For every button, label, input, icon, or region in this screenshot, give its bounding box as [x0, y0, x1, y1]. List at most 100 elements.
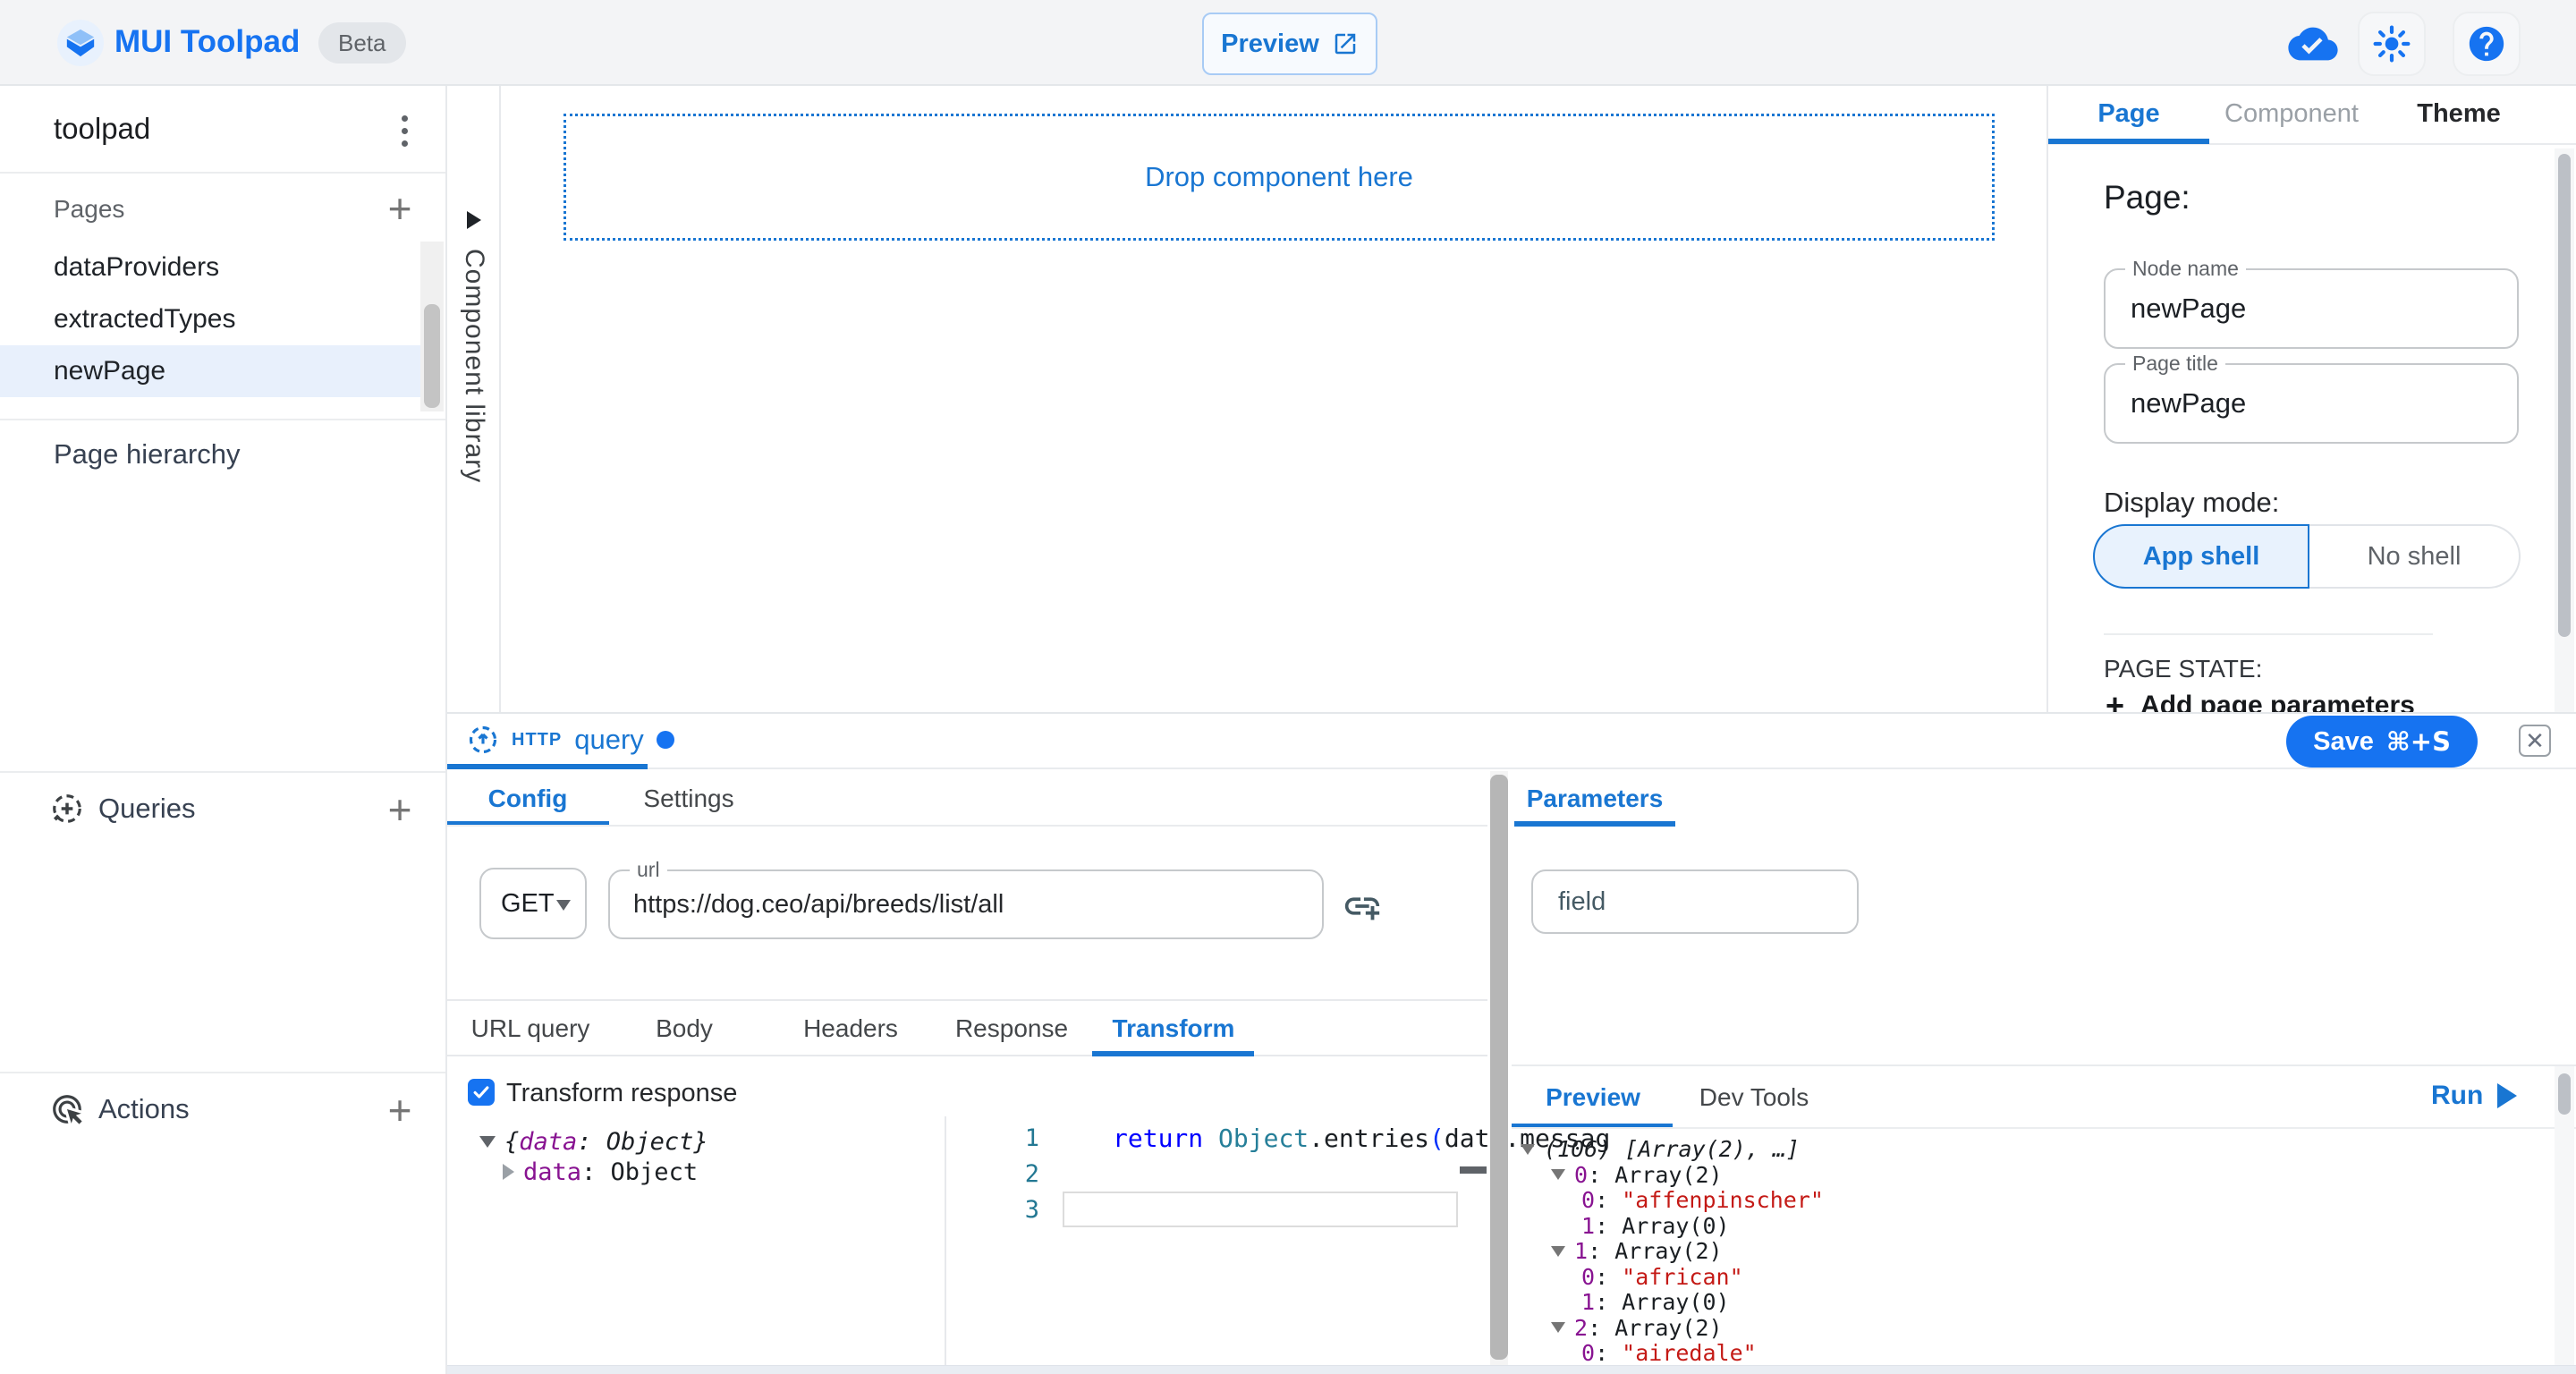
- tab-preview[interactable]: Preview: [1546, 1068, 1640, 1127]
- tab-page[interactable]: Page: [2097, 86, 2159, 141]
- pages-scrollbar-thumb[interactable]: [424, 304, 440, 408]
- page-title-field[interactable]: Page title newPage: [2104, 363, 2519, 444]
- json-tree-row: 1: Array(0): [1581, 1213, 1730, 1239]
- theme-toggle-button[interactable]: [2358, 12, 2426, 76]
- expander-down-icon[interactable]: [1521, 1144, 1535, 1155]
- parameter-field-input[interactable]: field: [1531, 869, 1859, 934]
- project-menu-button[interactable]: [385, 107, 424, 154]
- method-select[interactable]: GET: [479, 868, 587, 939]
- transform-response-checkbox[interactable]: [468, 1079, 495, 1106]
- parameter-field-value: field: [1558, 871, 1606, 932]
- light-mode-icon: [2373, 25, 2411, 63]
- inspector-scrollbar[interactable]: [2555, 148, 2574, 712]
- project-name: toolpad: [54, 102, 150, 156]
- node-name-field[interactable]: Node name newPage: [2104, 268, 2519, 349]
- http-query-icon: [467, 724, 499, 756]
- save-button-label: Save: [2313, 727, 2374, 757]
- pages-label: Pages: [54, 195, 124, 224]
- page-hierarchy-item[interactable]: Page hierarchy: [54, 429, 241, 479]
- sidebar-page-item[interactable]: extractedTypes: [0, 293, 420, 345]
- preview-scrollbar[interactable]: [2555, 1066, 2574, 1365]
- actions-label: Actions: [98, 1093, 190, 1125]
- add-page-button[interactable]: +: [379, 188, 420, 229]
- divider: [0, 1072, 445, 1073]
- check-icon: [471, 1082, 491, 1102]
- external-link-icon: [1332, 30, 1359, 57]
- page-title-value: newPage: [2131, 365, 2246, 442]
- tab-dev-tools[interactable]: Dev Tools: [1699, 1068, 1809, 1127]
- display-mode-no-shell[interactable]: No shell: [2309, 524, 2521, 589]
- query-tab[interactable]: HTTP query: [467, 714, 674, 766]
- transform-code-editor[interactable]: 1return Object.entries(data.messag23: [945, 1116, 1487, 1374]
- tab-theme[interactable]: Theme: [2417, 86, 2500, 141]
- app-header: MUI Toolpad Beta Preview: [0, 0, 2576, 86]
- dropdown-caret-icon: [556, 900, 571, 911]
- url-value: https://dog.ceo/api/breeds/list/all: [633, 871, 1004, 937]
- query-tab-underline: [447, 764, 648, 769]
- tab-url-query[interactable]: URL query: [471, 1001, 590, 1056]
- tab-response[interactable]: Response: [955, 1001, 1068, 1056]
- run-button[interactable]: Run: [2431, 1068, 2517, 1124]
- queries-label: Queries: [98, 793, 196, 825]
- tab-parameters[interactable]: Parameters: [1527, 771, 1664, 827]
- beta-badge: Beta: [318, 22, 406, 64]
- url-field[interactable]: url https://dog.ceo/api/breeds/list/all: [608, 869, 1324, 939]
- line-number: 3: [946, 1196, 1039, 1224]
- tree-row: data: Object: [503, 1158, 698, 1186]
- horizontal-scrollbar-strip[interactable]: [447, 1365, 2576, 1374]
- expander-down-icon[interactable]: [1551, 1169, 1565, 1180]
- pages-scrollbar[interactable]: [420, 242, 444, 411]
- expander-down-icon[interactable]: [1551, 1246, 1565, 1257]
- divider: [447, 825, 1487, 827]
- add-link-icon[interactable]: [1342, 886, 1383, 927]
- json-tree-row: 0: "affenpinscher": [1581, 1187, 1824, 1213]
- line-number: 1: [946, 1124, 1039, 1152]
- save-button[interactable]: Save ⌘+S: [2286, 716, 2478, 768]
- pages-section-header: Pages: [54, 186, 124, 233]
- expander-down-icon[interactable]: [1551, 1322, 1565, 1333]
- expander-right-icon[interactable]: [503, 1164, 514, 1180]
- tab-transform[interactable]: Transform: [1113, 1001, 1235, 1056]
- json-tree-row: 0: "african": [1581, 1264, 1743, 1290]
- queries-icon: [50, 792, 84, 826]
- actions-icon: [50, 1092, 84, 1126]
- add-page-parameters-button[interactable]: + Add page parameters: [2106, 687, 2415, 712]
- close-panel-button[interactable]: ✕: [2519, 725, 2551, 757]
- expander-down-icon[interactable]: [479, 1136, 496, 1148]
- add-action-button[interactable]: +: [379, 1090, 420, 1131]
- component-library-rail[interactable]: Component library: [447, 86, 501, 712]
- toolpad-app-window: MUI Toolpad Beta Preview: [0, 0, 2576, 1374]
- cloud-done-icon[interactable]: [2288, 23, 2338, 64]
- drop-zone[interactable]: Drop component here: [564, 114, 1995, 241]
- tree-row: {data: Object}: [479, 1127, 708, 1156]
- save-shortcut: ⌘+S: [2386, 726, 2451, 757]
- tab-component[interactable]: Component: [2224, 86, 2359, 141]
- divider: [0, 771, 445, 773]
- node-name-value: newPage: [2131, 270, 2246, 347]
- code-line: 3: [946, 1192, 1487, 1227]
- tab-body[interactable]: Body: [656, 1001, 713, 1056]
- page-hierarchy-label: Page hierarchy: [54, 438, 241, 471]
- component-library-label: Component library: [459, 249, 489, 483]
- unsaved-indicator-dot: [657, 731, 674, 749]
- add-query-button[interactable]: +: [379, 789, 420, 830]
- json-tree-row: 0: Array(2): [1551, 1162, 1723, 1188]
- sidebar-page-item[interactable]: dataProviders: [0, 242, 420, 293]
- query-tab-strip: HTTP query: [447, 714, 2576, 769]
- page-canvas: Drop component here: [501, 86, 2046, 712]
- config-pane-scrollbar-thumb[interactable]: [1490, 775, 1508, 1360]
- help-button[interactable]: [2453, 12, 2521, 76]
- preview-button[interactable]: Preview: [1202, 13, 1377, 75]
- inspector-scrollbar-thumb[interactable]: [2558, 154, 2571, 637]
- sidebar-page-item[interactable]: newPage: [0, 345, 420, 397]
- config-pane-scrollbar[interactable]: [1490, 771, 1508, 1365]
- tab-headers[interactable]: Headers: [803, 1001, 898, 1056]
- close-icon: ✕: [2525, 727, 2545, 755]
- tab-config[interactable]: Config: [488, 771, 568, 827]
- display-mode-app-shell[interactable]: App shell: [2093, 524, 2309, 589]
- transform-response-label: Transform response: [506, 1079, 737, 1107]
- left-sidebar: toolpad Pages + dataProvidersextractedTy…: [0, 86, 447, 1374]
- chevron-right-icon[interactable]: [467, 211, 481, 229]
- preview-scrollbar-thumb[interactable]: [2558, 1073, 2571, 1115]
- tab-settings[interactable]: Settings: [643, 771, 733, 827]
